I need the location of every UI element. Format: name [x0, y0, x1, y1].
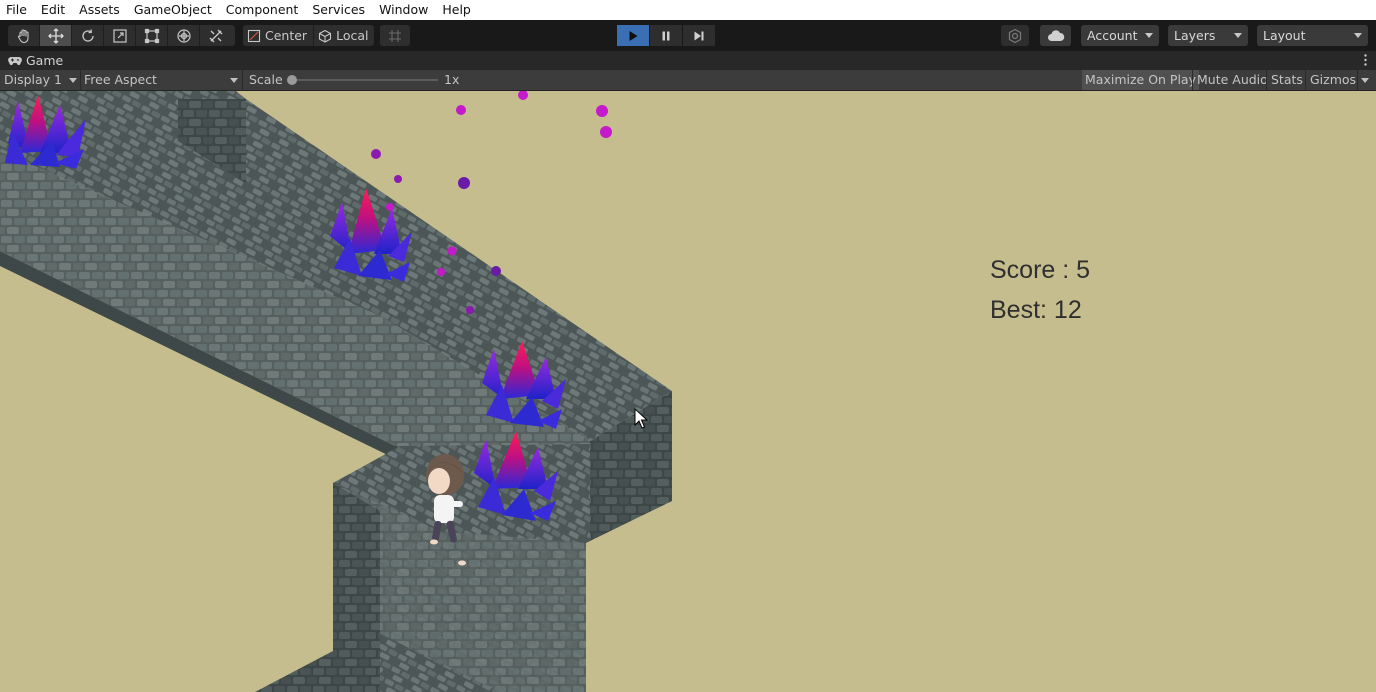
- divider: [1192, 70, 1193, 90]
- pivot-controls: Center Local: [243, 25, 375, 46]
- game-viewport[interactable]: Score : 5 Best: 12: [0, 91, 1376, 692]
- maximize-on-play-toggle[interactable]: Maximize On Play: [1082, 70, 1199, 90]
- display-label: Display 1: [4, 72, 63, 87]
- divider: [80, 70, 81, 90]
- best-score-text: Best: 12: [990, 296, 1082, 324]
- move-icon[interactable]: [40, 25, 72, 46]
- mouse-cursor-icon: [634, 408, 648, 429]
- pause-icon: [662, 31, 670, 40]
- layers-dropdown[interactable]: Layers: [1168, 25, 1248, 46]
- divider: [1266, 70, 1267, 90]
- account-label: Account: [1087, 28, 1138, 43]
- chevron-down-icon: [1234, 33, 1242, 38]
- gizmos-dropdown[interactable]: [1358, 70, 1372, 90]
- scale-icon[interactable]: [104, 25, 136, 46]
- scale-slider-handle[interactable]: [287, 75, 297, 85]
- pivot-center-label: Center: [265, 28, 308, 43]
- menu-bar: File Edit Assets GameObject Component Se…: [0, 0, 1376, 20]
- menu-services[interactable]: Services: [305, 0, 372, 20]
- chevron-down-icon: [1354, 33, 1362, 38]
- pause-button[interactable]: [650, 25, 682, 46]
- cloud-icon[interactable]: [1040, 25, 1071, 46]
- hand-icon[interactable]: [8, 25, 40, 46]
- rotate-icon[interactable]: [72, 25, 104, 46]
- gamepad-icon: [8, 56, 22, 65]
- game-scene: [0, 91, 672, 692]
- transform-tools: [8, 25, 235, 46]
- playback-controls: [617, 25, 715, 46]
- rect-tool-icon[interactable]: [136, 25, 168, 46]
- lower-path-edge: [333, 483, 380, 692]
- main-toolbar: Center Local Account Layers Layout: [0, 20, 1376, 51]
- menu-edit[interactable]: Edit: [34, 0, 72, 20]
- game-tab-bar: Game: [0, 51, 1376, 70]
- display-dropdown[interactable]: Display 1: [4, 70, 77, 90]
- scale-slider-track[interactable]: [292, 79, 438, 81]
- grid-snap-icon[interactable]: [380, 25, 410, 46]
- layout-dropdown[interactable]: Layout: [1257, 25, 1368, 46]
- aspect-label: Free Aspect: [84, 72, 157, 87]
- menu-help[interactable]: Help: [435, 0, 478, 20]
- stats-toggle[interactable]: Stats: [1268, 70, 1306, 90]
- game-view-controls: Display 1 Free Aspect Scale 1x Maximize …: [0, 70, 1376, 91]
- layers-label: Layers: [1174, 28, 1216, 43]
- score-text: Score : 5: [990, 256, 1091, 284]
- chevron-down-icon: [69, 78, 77, 83]
- chevron-down-icon: [230, 78, 238, 83]
- gizmos-toggle[interactable]: Gizmos: [1307, 70, 1359, 90]
- account-dropdown[interactable]: Account: [1081, 25, 1159, 46]
- play-button[interactable]: [617, 25, 649, 46]
- step-button[interactable]: [683, 25, 715, 46]
- tab-game-label: Game: [26, 53, 64, 68]
- bottom-wall: [255, 651, 333, 692]
- menu-file[interactable]: File: [0, 0, 34, 20]
- menu-window[interactable]: Window: [372, 0, 435, 20]
- pivot-icon: [247, 29, 261, 42]
- chevron-down-icon: [1145, 33, 1153, 38]
- local-space-icon: [319, 29, 332, 43]
- menu-gameobject[interactable]: GameObject: [127, 0, 219, 20]
- pivot-center-toggle[interactable]: Center: [243, 25, 315, 46]
- step-icon: [694, 31, 704, 40]
- menu-component[interactable]: Component: [219, 0, 306, 20]
- custom-tool-icon[interactable]: [200, 25, 232, 46]
- more-options-icon[interactable]: [1364, 54, 1367, 66]
- divider: [1305, 70, 1306, 90]
- tab-game[interactable]: Game: [0, 51, 63, 70]
- chevron-down-icon: [1361, 78, 1369, 83]
- aspect-dropdown[interactable]: Free Aspect: [84, 70, 238, 90]
- transform-icon[interactable]: [168, 25, 200, 46]
- pivot-local-toggle[interactable]: Local: [314, 25, 374, 46]
- mute-audio-toggle[interactable]: Mute Audio: [1194, 70, 1271, 90]
- menu-assets[interactable]: Assets: [72, 0, 127, 20]
- play-icon: [629, 30, 638, 41]
- pivot-local-label: Local: [336, 28, 369, 43]
- divider: [242, 70, 243, 90]
- layout-label: Layout: [1263, 28, 1306, 43]
- scale-value: 1x: [444, 72, 460, 87]
- scale-label: Scale: [249, 72, 283, 87]
- collab-icon[interactable]: [1001, 25, 1029, 46]
